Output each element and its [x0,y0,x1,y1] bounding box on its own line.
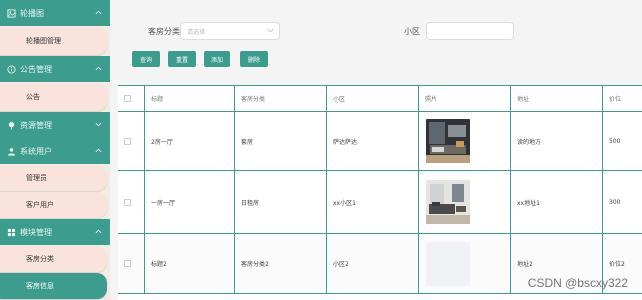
col-photo: 照片 [418,86,510,111]
category-label: 客房分类 [148,27,180,36]
data-table: 标题 客房分类 小区 照片 地址 价位 2房一厅 套房 萨达萨达 读的地方 50… [118,85,642,300]
row-checkbox[interactable] [124,198,131,206]
select-all-cell [118,86,138,111]
cell-category: 客房分类2 [234,234,326,293]
cell-photo [418,112,510,170]
sidebar-item-room-category[interactable]: 客房分类 [0,246,107,272]
col-address: 地址 [510,86,602,111]
info-icon [6,64,16,74]
row-select-cell [118,171,138,233]
user-icon [6,146,16,156]
cell-title: 2房一厅 [144,112,234,170]
reset-button[interactable]: 重置 [168,51,196,67]
room-photo [426,119,470,163]
row-select-cell [118,234,138,293]
col-category: 客房分类 [234,86,326,111]
cell-photo [418,171,510,233]
watermark: CSDN @bscxy322 [527,276,628,290]
cell-title: 标题2 [144,234,234,293]
cell-photo [418,234,510,293]
sidebar: 轮播图 轮播图管理 公告管理 公告 资源管理 系统用户 管理员 客户用户 模块管… [0,0,110,300]
grid-icon [6,227,16,237]
cell-category: 日租房 [234,171,326,233]
sidebar-section-title: 轮播图 [20,8,44,18]
sidebar-item-carousel-manage[interactable]: 轮播图管理 [0,27,107,55]
add-button[interactable]: 添加 [204,51,230,67]
sidebar-section-notice[interactable]: 公告管理 [0,56,110,82]
cell-price: 300 [602,171,642,233]
sidebar-section-title: 资源管理 [20,120,52,130]
search-button[interactable]: 查询 [132,51,160,67]
search-bar: 客房分类 请选择 小区 查询 重置 添加 删除 [110,0,642,80]
row-checkbox[interactable] [124,137,131,145]
community-input[interactable] [426,22,514,40]
col-title: 标题 [144,86,234,111]
community-label: 小区 [404,27,420,36]
cell-address: xx地址1 [510,171,602,233]
category-select[interactable]: 请选择 [180,22,280,40]
table-header-row: 标题 客房分类 小区 照片 地址 价位 [118,85,642,112]
pin-icon [6,120,16,130]
chevron-down-icon [267,28,274,35]
chevron-down-icon [94,120,102,128]
col-price: 价位 [602,86,642,111]
cell-community: 萨达萨达 [326,112,418,170]
room-photo-placeholder [426,241,470,286]
sidebar-item-admin[interactable]: 管理员 [0,165,107,191]
sidebar-section-title: 系统用户 [20,146,52,156]
cell-community: xx小区1 [326,171,418,233]
cell-category: 套房 [234,112,326,170]
sidebar-item-room-info[interactable]: 客房信息 [0,273,107,299]
sidebar-section-carousel[interactable]: 轮播图 [0,0,110,26]
image-icon [6,8,16,18]
chevron-up-icon [94,8,102,16]
room-photo [426,180,470,224]
chevron-up-icon [94,146,102,154]
category-placeholder: 请选择 [187,29,206,36]
sidebar-section-module[interactable]: 模块管理 [0,219,110,245]
sidebar-section-title: 公告管理 [20,64,52,74]
main-content: 客房分类 请选择 小区 查询 重置 添加 删除 标题 客房分类 小区 照片 地址… [110,0,642,300]
cell-community: 小区2 [326,234,418,293]
col-community: 小区 [326,86,418,111]
chevron-up-icon [94,64,102,72]
select-all-checkbox[interactable] [124,95,131,102]
cell-price: 500 [602,112,642,170]
sidebar-section-title: 模块管理 [20,227,52,237]
sidebar-item-notice[interactable]: 公告 [0,83,107,111]
sidebar-section-sysuser[interactable]: 系统用户 [0,138,110,164]
delete-button[interactable]: 删除 [240,51,268,67]
chevron-up-icon [94,227,102,235]
table-row[interactable]: 2房一厅 套房 萨达萨达 读的地方 500 [118,112,642,171]
cell-title: 一房一厅 [144,171,234,233]
table-row[interactable]: 一房一厅 日租房 xx小区1 xx地址1 300 [118,171,642,234]
sidebar-section-resource[interactable]: 资源管理 [0,112,110,138]
cell-address: 读的地方 [510,112,602,170]
sidebar-item-customer[interactable]: 客户用户 [0,192,107,218]
row-select-cell [118,112,138,170]
row-checkbox[interactable] [124,260,131,267]
